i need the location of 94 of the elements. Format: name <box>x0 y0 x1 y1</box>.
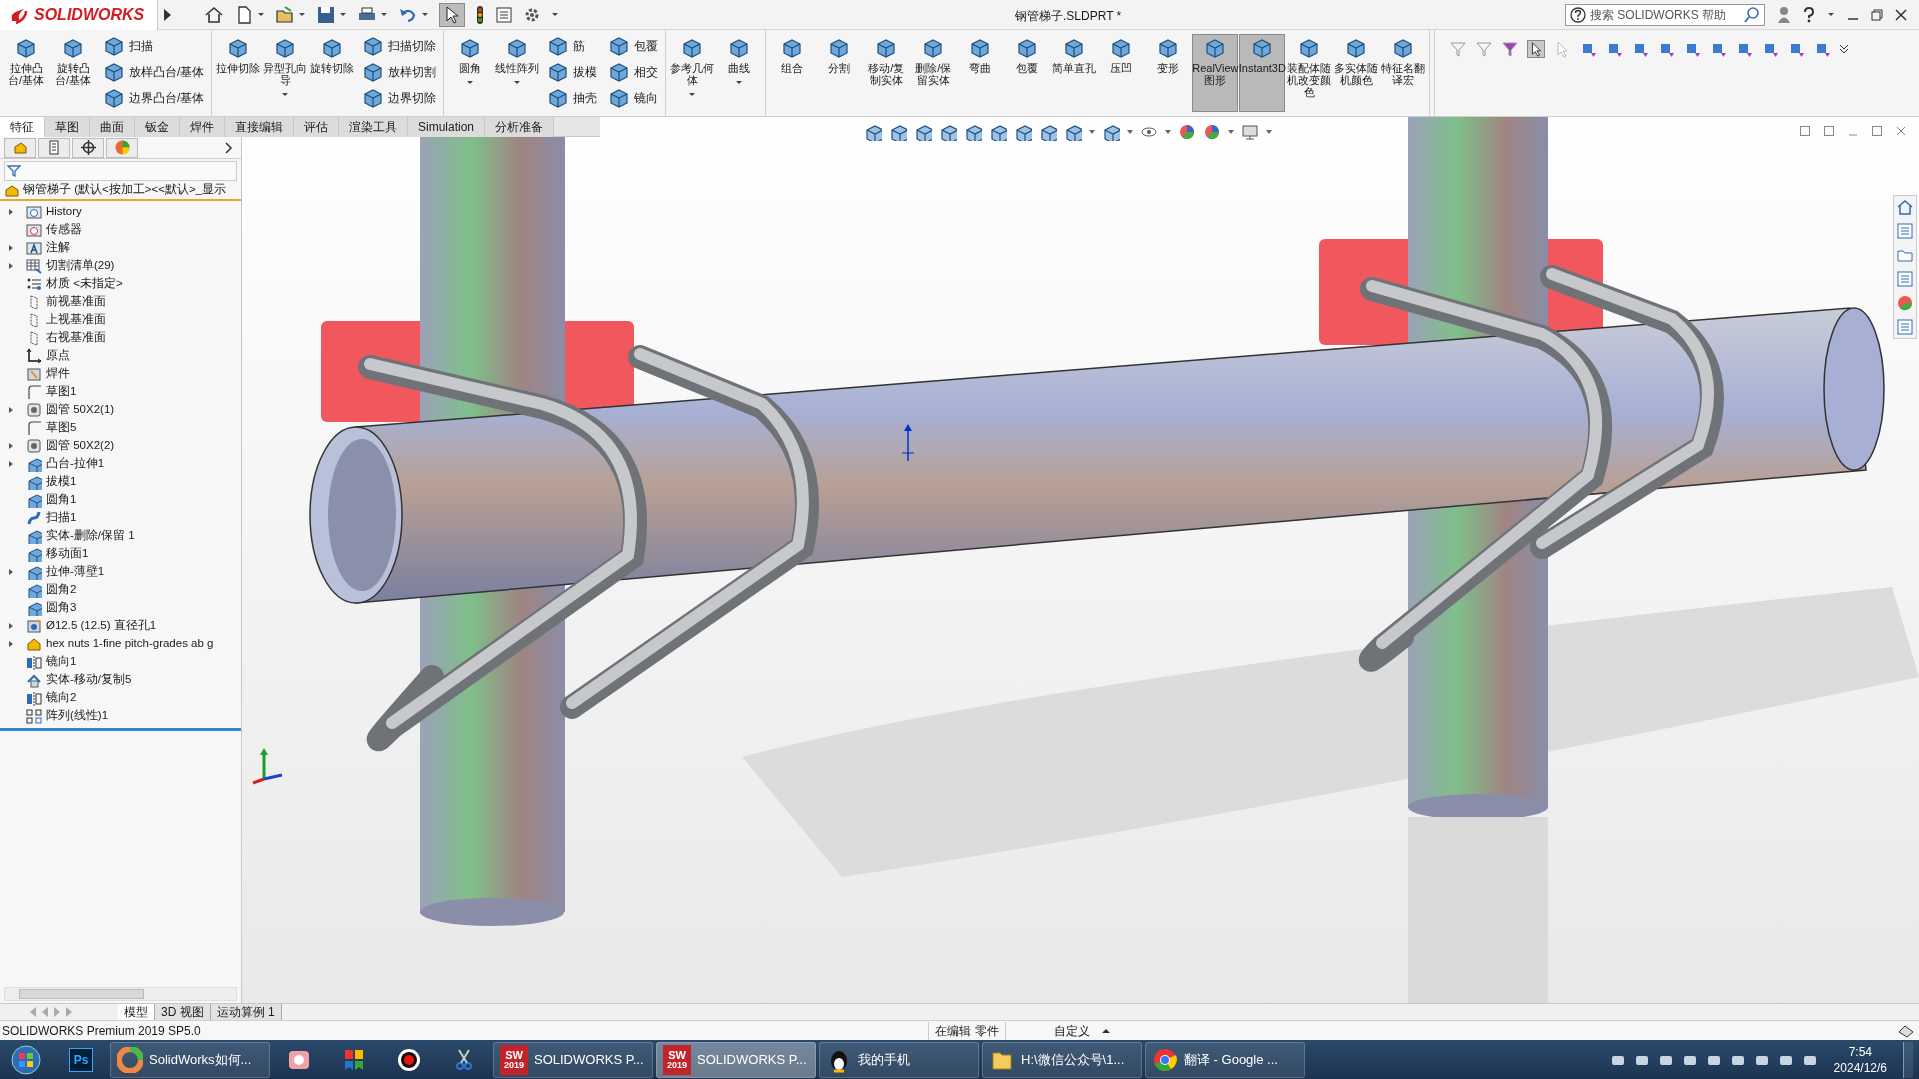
command-button[interactable]: 拉伸切除 <box>215 34 262 112</box>
tree-item[interactable]: 圆角1 <box>46 491 77 509</box>
tree-item[interactable]: 实体-删除/保留 1 <box>46 527 135 545</box>
tree-item[interactable]: 材质 <未指定> <box>46 275 123 293</box>
command-tab[interactable]: 焊件 <box>180 117 225 137</box>
command-button[interactable]: 弯曲 <box>957 34 1004 112</box>
command-button[interactable]: 拉伸凸台/基体 <box>3 34 49 112</box>
taskbar-button[interactable]: Ps <box>55 1041 107 1078</box>
tree-item[interactable]: 镜向1 <box>46 653 77 671</box>
document-title: 钢管梯子.SLDPRT * <box>1015 8 1122 25</box>
command-button[interactable]: 参考几何体 <box>669 34 716 112</box>
command-button[interactable]: 边界切除 <box>362 86 441 110</box>
model-tab[interactable]: 3D 视图 <box>155 1004 211 1020</box>
taskbar-button[interactable]: H:\微信公众号\1... <box>982 1041 1142 1078</box>
solidworks-app-icon: SW 2019 <box>500 1044 528 1075</box>
command-button[interactable]: 相交 <box>608 60 663 84</box>
tree-item[interactable]: 传感器 <box>46 221 82 239</box>
command-tab[interactable]: 分析准备 <box>485 117 555 137</box>
tree-item[interactable]: 阵列(线性)1 <box>46 707 109 725</box>
command-button[interactable]: 异型孔向导 <box>262 34 309 112</box>
tree-item[interactable]: 前视基准面 <box>46 293 106 311</box>
command-tab[interactable]: 钣金 <box>135 117 180 137</box>
taskbar-button[interactable]: SolidWorks如何... <box>110 1041 270 1078</box>
clock-date[interactable]: 2024/12/6 <box>1833 1059 1887 1076</box>
taskbar-button[interactable]: 我的手机 <box>819 1041 979 1078</box>
clock-time[interactable]: 7:54 <box>1848 1043 1872 1060</box>
command-button[interactable]: 筋 <box>547 34 602 58</box>
command-button[interactable]: 镜向 <box>608 86 663 110</box>
command-button[interactable]: 分割 <box>816 34 863 112</box>
units-label[interactable]: 自定义 <box>1053 1021 1090 1040</box>
command-button[interactable]: 抽壳 <box>547 86 602 110</box>
command-tab[interactable]: 评估 <box>294 117 339 137</box>
command-button[interactable]: 变形 <box>1145 34 1192 112</box>
tree-item[interactable]: 圆管 50X2(1) <box>46 401 115 419</box>
tree-item[interactable]: 切割清单(29) <box>46 257 115 275</box>
edit-mode: 在编辑 零件 <box>928 1021 1006 1040</box>
command-button[interactable]: 多实体随机颜色 <box>1333 34 1380 112</box>
tree-item[interactable]: 原点 <box>46 347 70 365</box>
command-button[interactable]: 简单直孔 <box>1051 34 1098 112</box>
command-tab[interactable]: 直接编辑 <box>225 117 294 137</box>
tree-item[interactable]: 镜向2 <box>46 689 77 707</box>
tree-root-label[interactable]: 钢管梯子 (默认<按加工><<默认>_显示 <box>23 181 226 199</box>
command-button[interactable]: 旋转切除 <box>309 34 356 112</box>
command-button[interactable]: 装配体随机改变颜色 <box>1286 34 1333 112</box>
tree-item[interactable]: hex nuts 1-fine pitch-grades ab g <box>46 635 214 653</box>
command-button[interactable]: 扫描 <box>103 34 209 58</box>
tree-item[interactable]: History <box>46 203 82 221</box>
tree-item[interactable]: 凸台-拉伸1 <box>46 455 105 473</box>
command-button[interactable]: 特征名翻译宏 <box>1380 34 1427 112</box>
command-button[interactable]: 拔模 <box>547 60 602 84</box>
taskbar-button[interactable]: 翻译 - Google ... <box>1145 1041 1305 1078</box>
photoshop-icon: Ps <box>69 1047 93 1072</box>
tree-item[interactable]: 圆管 50X2(2) <box>46 437 115 455</box>
tree-item[interactable]: 拔模1 <box>46 473 77 491</box>
search-field[interactable]: 搜索 SOLIDWORKS 帮助 <box>1565 3 1765 26</box>
tree-item[interactable]: 圆角3 <box>46 599 77 617</box>
tree-item[interactable]: 扫描1 <box>46 509 77 527</box>
tree-item[interactable]: 草图5 <box>46 419 77 437</box>
tree-item[interactable]: 上视基准面 <box>46 311 106 329</box>
command-button[interactable]: 删除/保留实体 <box>910 34 957 112</box>
command-tab[interactable]: 渲染工具 <box>339 117 408 137</box>
tree-item[interactable]: 右视基准面 <box>46 329 106 347</box>
command-button[interactable]: 组合 <box>769 34 816 112</box>
tree-item[interactable]: 草图1 <box>46 383 77 401</box>
tree-item[interactable]: 圆角2 <box>46 581 77 599</box>
command-tab[interactable]: 草图 <box>45 117 90 137</box>
tree-item[interactable]: Ø12.5 (12.5) 直径孔1 <box>46 617 157 635</box>
command-button[interactable]: 包覆 <box>608 34 663 58</box>
tree-item[interactable]: 焊件 <box>46 365 70 383</box>
command-button[interactable]: 圆角 <box>447 34 494 112</box>
command-button[interactable]: 旋转凸台/基体 <box>50 34 96 112</box>
command-tab[interactable]: Simulation <box>408 117 486 137</box>
tree-item[interactable]: 拉伸-薄壁1 <box>46 563 105 581</box>
command-tab[interactable]: 特征 <box>0 117 45 137</box>
solidworks-app-icon: SW 2019 <box>663 1044 691 1075</box>
product-version: SOLIDWORKS Premium 2019 SP5.0 <box>2 1022 201 1040</box>
command-button[interactable]: 包覆 <box>1004 34 1051 112</box>
command-button[interactable]: 线性阵列 <box>494 34 541 112</box>
tree-item[interactable]: 移动面1 <box>46 545 89 563</box>
model-tab[interactable]: 模型 <box>118 1004 155 1020</box>
command-button[interactable]: 曲线 <box>716 34 763 112</box>
command-button[interactable]: 压凹 <box>1098 34 1145 112</box>
model-tab[interactable]: 运动算例 1 <box>210 1004 282 1020</box>
tree-item[interactable]: 注解 <box>46 239 70 257</box>
command-button[interactable]: 边界凸台/基体 <box>103 86 209 110</box>
command-tab[interactable]: 曲面 <box>90 117 135 137</box>
command-button[interactable]: 扫描切除 <box>362 34 441 58</box>
command-button[interactable]: 放样凸台/基体 <box>103 60 209 84</box>
command-button[interactable]: RealView图形 <box>1192 34 1239 112</box>
tree-item[interactable]: 实体-移动/复制5 <box>46 671 132 689</box>
command-button[interactable]: 移动/复制实体 <box>863 34 910 112</box>
command-button[interactable]: 放样切割 <box>362 60 441 84</box>
command-button[interactable]: Instant3D <box>1239 34 1286 112</box>
brand-logo: SOLIDWORKS <box>0 0 158 30</box>
